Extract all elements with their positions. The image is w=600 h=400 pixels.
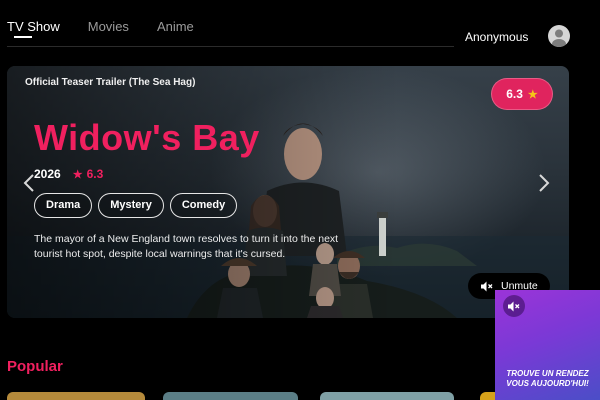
chevron-right-icon[interactable] xyxy=(538,173,550,199)
release-year: 2026 xyxy=(34,167,61,181)
ad-text-line-2: VOUS AUJOURD'HUI! xyxy=(506,379,589,388)
genre-chip-drama[interactable]: Drama xyxy=(34,193,93,218)
tab-anime[interactable]: Anime xyxy=(157,19,194,35)
user-avatar-icon[interactable] xyxy=(548,25,570,47)
ad-text: TROUVE UN RENDEZ VOUS AUJOURD'HUI! xyxy=(495,369,600,389)
rating-badge: 6.3 ★ xyxy=(491,78,553,110)
show-description: The mayor of a New England town resolves… xyxy=(34,233,339,260)
show-title[interactable]: Widow's Bay xyxy=(34,118,260,158)
top-nav: TV Show Movies Anime Anonymous xyxy=(0,0,600,48)
star-icon: ★ xyxy=(72,169,83,181)
hero-banner[interactable]: Official Teaser Trailer (The Sea Hag) 6.… xyxy=(7,66,569,318)
nav-divider xyxy=(7,46,454,47)
genre-chip-comedy[interactable]: Comedy xyxy=(169,193,238,218)
star-icon: ★ xyxy=(527,88,538,101)
category-tabs: TV Show Movies Anime xyxy=(7,19,222,38)
genre-chip-mystery[interactable]: Mystery xyxy=(98,193,164,218)
popular-card-2[interactable] xyxy=(163,392,298,400)
ad-text-line-1: TROUVE UN RENDEZ xyxy=(506,369,589,378)
score-value: 6.3 xyxy=(86,167,104,181)
speaker-muted-icon xyxy=(481,281,493,292)
show-meta: 2026 ★ 6.3 xyxy=(34,167,103,181)
rating-value: 6.3 xyxy=(506,87,523,101)
genre-list: Drama Mystery Comedy xyxy=(34,193,243,218)
ad-mute-icon[interactable] xyxy=(503,295,525,317)
popular-card-3[interactable] xyxy=(320,392,454,400)
chevron-left-icon[interactable] xyxy=(23,173,35,199)
advertisement[interactable]: TROUVE UN RENDEZ VOUS AUJOURD'HUI! xyxy=(495,290,600,400)
tab-tv-show[interactable]: TV Show xyxy=(7,19,60,38)
popular-card-1[interactable] xyxy=(7,392,145,400)
popular-heading: Popular xyxy=(7,358,63,375)
user-name[interactable]: Anonymous xyxy=(465,30,528,44)
trailer-label: Official Teaser Trailer (The Sea Hag) xyxy=(25,77,196,88)
score: ★ 6.3 xyxy=(73,167,104,181)
tab-movies[interactable]: Movies xyxy=(88,19,129,35)
